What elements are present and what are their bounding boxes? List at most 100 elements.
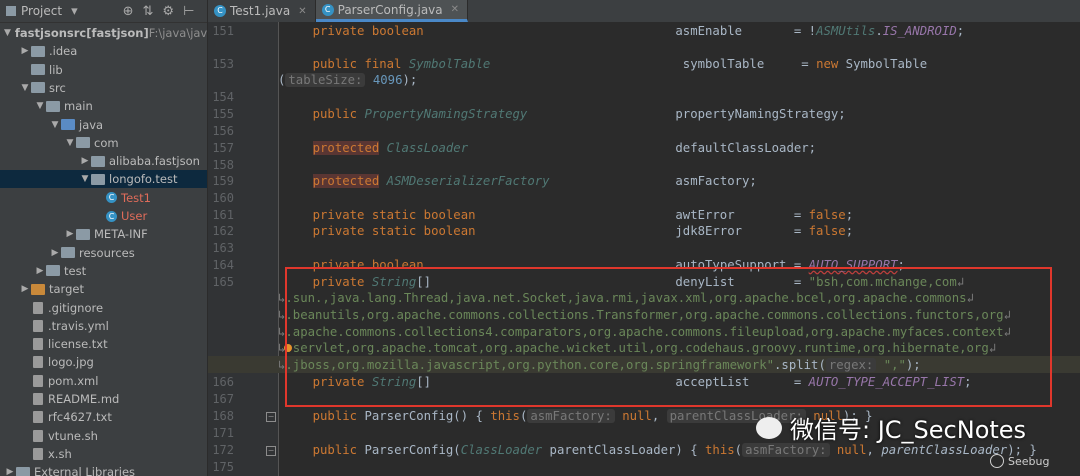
tree-item[interactable]: C User [0,207,207,225]
tree-item[interactable]: ▶ META-INF [0,225,207,243]
tree-item[interactable]: ▼ main [0,97,207,115]
line-number: 151 [212,24,234,38]
module-path: F:\java\javap [148,26,208,40]
line-number: 155 [212,107,234,121]
tree-item-label: longofo.test [109,172,178,187]
folder-icon [16,466,30,476]
tree-item-label: vtune.sh [48,428,98,443]
tree-item[interactable]: license.txt [0,335,207,353]
tree-item[interactable]: ▶ alibaba.fastjson [0,152,207,170]
tree-item[interactable]: C Test1 [0,189,207,207]
line-number: 159 [212,174,234,188]
code-editor[interactable]: 151 153 154 155 156 157 158 159 160 161 162 163 164 1… [208,22,1080,476]
fold-icon[interactable]: − [266,412,276,422]
chevron-down-icon[interactable]: ▼ [64,138,76,148]
tree-item[interactable]: .gitignore [0,299,207,317]
tree-item[interactable]: ▼ src [0,79,207,97]
code-line[interactable]: private boolean asmEnable = !ASMUtils.IS… [283,23,1080,39]
tab-label: ParserConfig.java [337,2,443,17]
file-icon [33,447,43,460]
code-line[interactable]: protected ClassLoader defaultClassLoader… [283,140,1080,156]
line-number: 156 [212,124,234,138]
project-view-icon[interactable] [6,6,16,16]
tree-item[interactable]: ▶ .idea [0,42,207,60]
tree-item[interactable]: ▼ java [0,116,207,134]
chevron-down-icon[interactable]: ▼ [19,83,31,93]
folder-icon [46,265,60,277]
tree-item[interactable]: pom.xml [0,372,207,390]
close-icon[interactable]: ✕ [298,6,306,17]
line-number: 172 [212,443,234,457]
chevron-down-icon[interactable]: ▾ [71,4,78,19]
chevron-down-icon[interactable]: ▼ [4,28,11,38]
hide-icon[interactable]: ⊢ [183,4,194,19]
chevron-right-icon[interactable]: ▶ [4,467,16,476]
folder-icon [31,64,45,76]
fold-icon[interactable]: − [266,446,276,456]
chevron-right-icon[interactable]: ▶ [64,229,76,239]
chevron-right-icon[interactable]: ▶ [19,46,31,56]
line-number: 162 [212,224,234,238]
tree-item[interactable]: ▼ com [0,134,207,152]
code-line[interactable]: (tableSize: 4096); [278,72,1080,88]
tree-item[interactable]: logo.jpg [0,353,207,371]
code-line[interactable]: private static boolean awtError = false; [283,207,1080,223]
tree-item[interactable]: README.md [0,390,207,408]
line-number: 175 [212,460,234,474]
project-panel-header: Project ▾ ⊕ ⇅ ⚙ ⊢ [0,0,207,23]
folder-icon [76,228,90,240]
tab-label: Test1.java [230,4,291,18]
project-panel-title[interactable]: Project [21,4,62,18]
line-number: 168 [212,409,234,423]
chevron-down-icon[interactable]: ▼ [34,101,46,111]
gear-icon[interactable]: ⚙ [162,4,174,19]
folder-icon [91,155,105,167]
tree-item[interactable]: vtune.sh [0,427,207,445]
tree-item[interactable]: ▶ target [0,280,207,298]
chevron-down-icon[interactable]: ▼ [49,120,61,130]
line-number: 166 [212,375,234,389]
tab-test1[interactable]: C Test1.java ✕ [208,0,316,22]
chevron-right-icon[interactable]: ▶ [34,266,46,276]
code-line[interactable]: public final SymbolTable symbolTable = n… [283,56,1080,72]
line-number: 160 [212,191,234,205]
file-icon [33,393,43,405]
seebug-text: Seebug [1008,454,1050,468]
folder-icon [31,283,45,295]
tree-item-label: target [49,282,84,297]
tree-item[interactable]: .travis.yml [0,317,207,335]
tree-item-label: External Libraries [34,465,136,476]
chevron-right-icon[interactable]: ▶ [79,156,91,166]
close-icon[interactable]: ✕ [451,4,459,15]
folder-icon [31,45,45,57]
tab-parserconfig[interactable]: C ParserConfig.java ✕ [315,0,469,22]
collapse-icon[interactable]: ⇅ [143,4,154,19]
seebug-watermark: Seebug [990,454,1049,468]
line-number: 153 [212,57,234,71]
locate-icon[interactable]: ⊕ [123,4,134,19]
tree-item[interactable]: x.sh [0,445,207,463]
chevron-right-icon[interactable]: ▶ [49,248,61,258]
line-number: 163 [212,241,234,255]
tree-item[interactable]: rfc4627.txt [0,408,207,426]
code-line[interactable]: private static boolean jdk8Error = false… [283,223,1080,239]
tree-item[interactable]: ▶ test [0,262,207,280]
tree-item[interactable]: ▼ longofo.test [0,170,207,189]
tree-item[interactable]: ▶ resources [0,244,207,262]
chevron-right-icon[interactable]: ▶ [19,284,31,294]
file-icon [33,374,43,387]
tree-item-label: User [121,209,148,223]
tree-item-label: resources [79,245,135,260]
tree-item[interactable]: lib [0,61,207,79]
line-number: 157 [212,141,234,155]
tree-item-label: fastjsonsrc [14,26,87,40]
tree-item[interactable]: ▼fastjsonsrc [fastjson] F:\java\javap [0,24,208,42]
class-icon: C [214,5,226,17]
chevron-down-icon[interactable]: ▼ [79,174,91,184]
code-line[interactable]: protected ASMDeserializerFactory asmFact… [283,173,1080,189]
code-line[interactable]: public PropertyNamingStrategy propertyNa… [283,106,1080,122]
tree-item-label: rfc4627.txt [48,410,112,425]
class-icon: C [106,192,117,204]
line-number: 171 [212,426,234,440]
tree-item[interactable]: ▶ External Libraries [0,463,207,476]
